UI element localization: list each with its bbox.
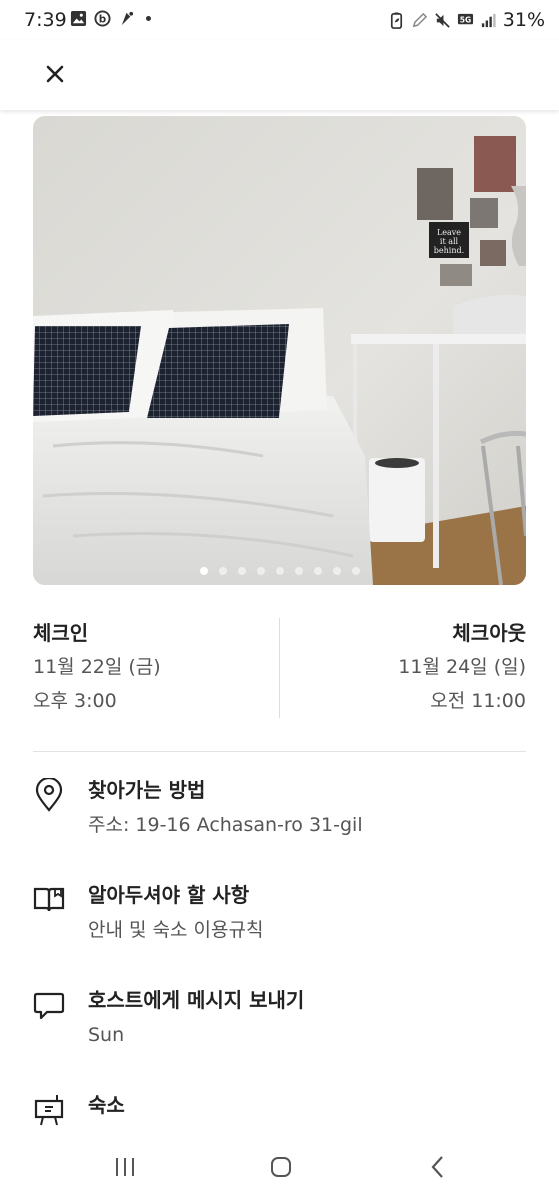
check-in-date: 11월 22일 (금) [33, 656, 161, 678]
host-name: Sun [88, 1024, 125, 1046]
battery-percent: 31% [502, 9, 545, 31]
chat-icon [33, 992, 65, 1020]
message-host-row[interactable]: 호스트에게 메시지 보내기 Sun [33, 985, 526, 1065]
check-in-block: 체크인 11월 22일 (금) 오후 3:00 [33, 616, 161, 718]
check-out-date: 11월 24일 (일) [398, 656, 526, 678]
svg-text:b: b [99, 13, 106, 25]
signal-icon [481, 13, 496, 27]
check-in-title: 체크인 [33, 621, 89, 645]
directions-row[interactable]: 찾아가는 방법 주소: 19-16 Achasan-ro 31-gil [33, 775, 526, 855]
gallery-icon [70, 10, 87, 27]
check-in-time: 오후 3:00 [33, 690, 117, 712]
directions-address: 주소: 19-16 Achasan-ro 31-gil [88, 814, 363, 836]
photo-dot [199, 567, 208, 575]
mute-icon [435, 12, 450, 28]
listing-title: 숙소 [88, 1093, 125, 1117]
photo-dot [332, 567, 341, 575]
top-app-bar [0, 40, 559, 110]
back-icon [431, 1156, 443, 1178]
vertical-divider [279, 618, 280, 718]
house-rules-subtitle: 안내 및 숙소 이용규칙 [88, 919, 264, 941]
check-in-out-section: 체크인 11월 22일 (금) 오후 3:00 체크아웃 11월 24일 (일)… [33, 616, 526, 720]
svg-text:it all: it all [440, 237, 459, 246]
system-nav-bar [0, 1134, 559, 1200]
bixby-icon [121, 11, 134, 26]
photo-dot [256, 567, 265, 575]
check-out-title: 체크아웃 [452, 621, 526, 645]
svg-text:behind.: behind. [434, 246, 464, 255]
photo-page-indicator [33, 567, 526, 575]
check-out-time: 오전 11:00 [430, 690, 526, 712]
b-app-icon: b [94, 10, 111, 27]
back-button[interactable] [423, 1152, 453, 1182]
location-pin-icon [35, 778, 63, 812]
recent-apps-icon [116, 1158, 134, 1176]
5g-icon: 5G [457, 13, 473, 24]
listing-photo[interactable]: Leave it all behind. [33, 116, 526, 585]
photo-dot [294, 567, 303, 575]
message-host-title: 호스트에게 메시지 보내기 [88, 988, 305, 1012]
home-icon [271, 1157, 291, 1177]
photo-dot [218, 567, 227, 575]
poster-text: Leave [437, 228, 461, 237]
close-icon [46, 65, 64, 83]
photo-dot [237, 567, 246, 575]
status-bar: 7:39 b 5G 31% [0, 0, 559, 40]
section-divider [33, 751, 526, 752]
close-button[interactable] [38, 57, 72, 91]
photo-dot [351, 567, 360, 575]
book-icon [33, 887, 65, 912]
photo-dot [275, 567, 284, 575]
battery-saver-icon [390, 11, 402, 29]
house-rules-row[interactable]: 알아두셔야 할 사항 안내 및 숙소 이용규칙 [33, 880, 526, 960]
check-out-block: 체크아웃 11월 24일 (일) 오전 11:00 [398, 616, 526, 718]
svg-text:5G: 5G [460, 15, 471, 24]
directions-title: 찾아가는 방법 [88, 778, 206, 802]
photo-dot [313, 567, 322, 575]
recent-apps-button[interactable] [110, 1152, 140, 1182]
house-rules-title: 알아두셔야 할 사항 [88, 883, 250, 907]
status-time: 7:39 [24, 9, 67, 31]
notification-dot [146, 16, 151, 21]
listing-icon [34, 1095, 64, 1126]
pen-icon [412, 12, 427, 27]
home-button[interactable] [266, 1152, 296, 1182]
